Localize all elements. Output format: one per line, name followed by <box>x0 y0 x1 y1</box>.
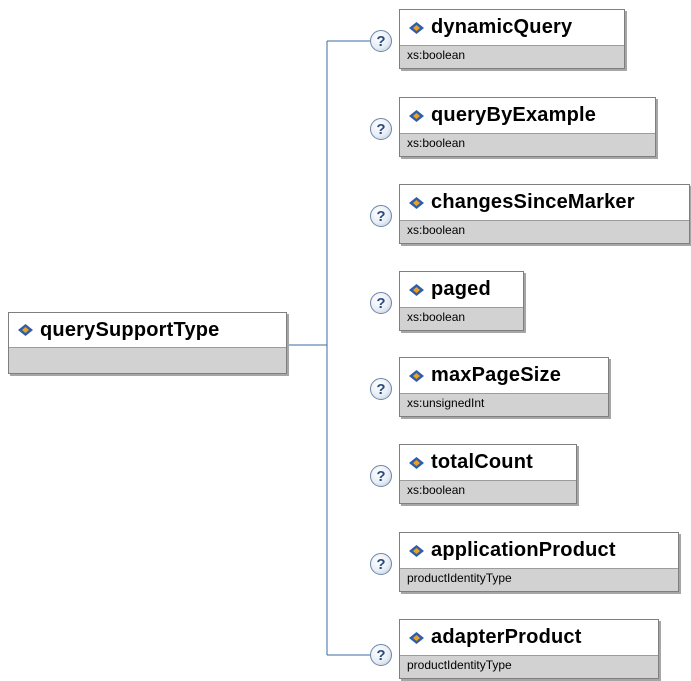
element-box-querybyexample[interactable]: queryByExample xs:boolean <box>399 97 656 157</box>
question-mark-icon: ? <box>370 465 392 487</box>
element-box-maxpagesize[interactable]: maxPageSize xs:unsignedInt <box>399 357 609 417</box>
element-type: xs:boolean <box>407 136 466 150</box>
element-header: totalCount <box>400 445 576 481</box>
element-type: xs:boolean <box>407 483 466 497</box>
element-box-paged[interactable]: paged xs:boolean <box>399 271 524 331</box>
element-header: adapterProduct <box>400 620 658 656</box>
question-mark-icon: ? <box>370 118 392 140</box>
element-name: dynamicQuery <box>431 16 573 38</box>
question-mark-icon: ? <box>370 205 392 227</box>
element-header: changesSinceMarker <box>400 185 689 221</box>
element-header: applicationProduct <box>400 533 678 569</box>
element-type: xs:boolean <box>407 48 466 62</box>
element-type: productIdentityType <box>407 571 512 585</box>
element-box-changessincemarker[interactable]: changesSinceMarker xs:boolean <box>399 184 690 244</box>
element-type: xs:boolean <box>407 223 466 237</box>
element-box-dynamicquery[interactable]: dynamicQuery xs:boolean <box>399 9 625 69</box>
root-element-box[interactable]: querySupportType <box>8 312 287 374</box>
element-name: totalCount <box>431 451 533 473</box>
element-type: xs:unsignedInt <box>407 396 485 410</box>
question-mark-icon: ? <box>370 378 392 400</box>
element-name: changesSinceMarker <box>431 191 635 213</box>
element-header: paged <box>400 272 523 308</box>
root-element-type <box>9 348 286 350</box>
element-gem-icon <box>409 369 424 382</box>
element-gem-icon <box>409 456 424 469</box>
element-header: queryByExample <box>400 98 655 134</box>
element-header: dynamicQuery <box>400 10 624 46</box>
question-mark-icon: ? <box>370 292 392 314</box>
element-gem-icon <box>409 283 424 296</box>
element-name: queryByExample <box>431 104 597 126</box>
element-gem-icon <box>409 631 424 644</box>
element-gem-icon <box>409 21 424 34</box>
element-name: adapterProduct <box>431 626 582 648</box>
element-box-applicationproduct[interactable]: applicationProduct productIdentityType <box>399 532 679 592</box>
element-box-totalcount[interactable]: totalCount xs:boolean <box>399 444 577 504</box>
element-gem-icon <box>18 324 33 336</box>
root-element-name: querySupportType <box>40 318 220 341</box>
element-header: maxPageSize <box>400 358 608 394</box>
element-name: applicationProduct <box>431 539 616 561</box>
root-element-header: querySupportType <box>9 313 286 348</box>
question-mark-icon: ? <box>370 553 392 575</box>
question-mark-icon: ? <box>370 644 392 666</box>
element-name: paged <box>431 278 491 300</box>
element-name: maxPageSize <box>431 364 562 386</box>
element-type: xs:boolean <box>407 310 466 324</box>
element-gem-icon <box>409 109 424 122</box>
element-gem-icon <box>409 544 424 557</box>
element-gem-icon <box>409 196 424 209</box>
element-box-adapterproduct[interactable]: adapterProduct productIdentityType <box>399 619 659 679</box>
question-mark-icon: ? <box>370 30 392 52</box>
element-type: productIdentityType <box>407 658 512 672</box>
